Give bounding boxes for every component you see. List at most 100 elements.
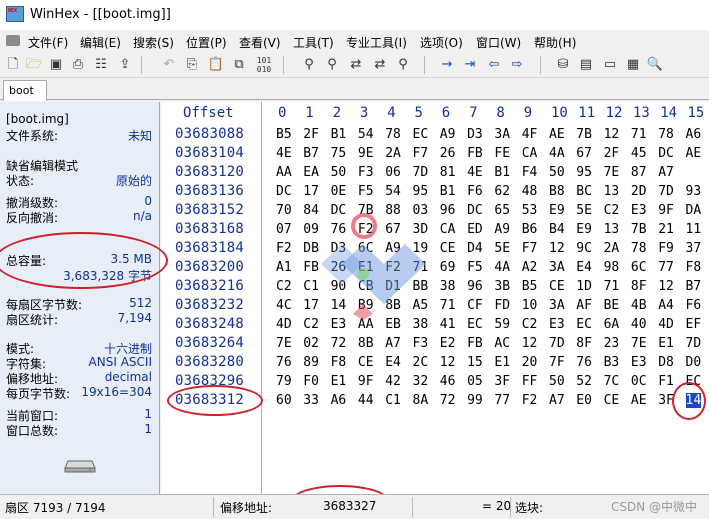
hex-byte[interactable]: E3	[631, 203, 647, 218]
hex-byte[interactable]: 59	[494, 317, 510, 332]
hex-byte[interactable]: DC	[276, 184, 292, 199]
hex-byte[interactable]: DB	[303, 241, 319, 256]
hex-byte[interactable]: 11	[686, 222, 702, 237]
hex-byte[interactable]: 40	[631, 317, 647, 332]
hex-byte[interactable]: 4C	[276, 298, 292, 313]
hex-byte[interactable]: 8F	[631, 279, 647, 294]
hex-byte[interactable]: 77	[494, 393, 510, 408]
hex-byte[interactable]: A5	[413, 298, 429, 313]
hex-byte[interactable]: 3A	[549, 260, 565, 275]
hex-byte[interactable]: 4E	[467, 165, 483, 180]
hex-byte[interactable]: 3D	[413, 222, 429, 237]
hex-byte[interactable]: 3B	[494, 279, 510, 294]
hex-byte[interactable]: 9F	[658, 203, 674, 218]
hex-byte[interactable]: 71	[440, 298, 456, 313]
hex-byte[interactable]: EA	[303, 165, 319, 180]
hex-byte[interactable]: C2	[522, 317, 538, 332]
hex-byte[interactable]: E2	[440, 336, 456, 351]
hex-byte[interactable]: FF	[522, 374, 538, 389]
hex-byte[interactable]: 2D	[631, 184, 647, 199]
document-menu-icon[interactable]	[6, 35, 20, 46]
row-offset[interactable]: 03683152	[175, 202, 244, 218]
save-icon[interactable]: ▣	[47, 56, 65, 74]
row-offset[interactable]: 03683120	[175, 164, 244, 180]
menu-search[interactable]: 搜索(S)	[133, 34, 174, 51]
hex-byte[interactable]: 93	[686, 184, 702, 199]
hex-byte[interactable]: 3A	[549, 298, 565, 313]
hex-byte[interactable]: AC	[494, 336, 510, 351]
hex-byte[interactable]: EC	[413, 127, 429, 142]
hex-byte[interactable]: 78	[385, 127, 401, 142]
hex-byte[interactable]: 50	[549, 374, 565, 389]
drive-icon[interactable]: ▭	[601, 56, 619, 74]
hex-byte[interactable]: 6C	[358, 241, 374, 256]
hex-byte[interactable]: 7E	[604, 165, 620, 180]
hex-byte[interactable]: 96	[440, 203, 456, 218]
hex-byte[interactable]: 12	[658, 279, 674, 294]
paste-special-icon[interactable]: ⧉	[230, 56, 248, 74]
hex-byte[interactable]: A7	[549, 393, 565, 408]
row-offset[interactable]: 03683168	[175, 221, 244, 237]
find-hex-icon[interactable]: ⚲	[323, 56, 341, 74]
search-zoom-icon[interactable]: 🔍	[646, 56, 664, 74]
hex-byte[interactable]: F3	[413, 336, 429, 351]
hex-byte[interactable]: B9	[358, 298, 374, 313]
hex-byte[interactable]: F8	[686, 260, 702, 275]
undo-icon[interactable]: ↶	[160, 56, 178, 74]
hex-byte[interactable]: F5	[358, 184, 374, 199]
hex-byte[interactable]: B1	[440, 184, 456, 199]
hex-byte[interactable]: 37	[686, 241, 702, 256]
hex-byte[interactable]: F6	[686, 298, 702, 313]
hex-byte[interactable]: 78	[631, 241, 647, 256]
hex-byte[interactable]: A9	[494, 222, 510, 237]
hex-byte[interactable]: 70	[276, 203, 292, 218]
hex-byte[interactable]: 7C	[604, 374, 620, 389]
hex-byte[interactable]: 4F	[522, 127, 538, 142]
menu-specialist-tools[interactable]: 专业工具(I)	[346, 34, 407, 51]
hex-byte[interactable]: C2	[276, 279, 292, 294]
hex-byte[interactable]: E3	[549, 317, 565, 332]
hex-byte[interactable]: E1	[658, 336, 674, 351]
hex-byte[interactable]: EC	[467, 317, 483, 332]
hex-byte[interactable]: 76	[331, 222, 347, 237]
hex-byte[interactable]: DC	[331, 203, 347, 218]
hex-byte[interactable]: 12	[440, 355, 456, 370]
hex-byte[interactable]: F2	[385, 260, 401, 275]
hex-byte[interactable]: FB	[303, 260, 319, 275]
hex-byte[interactable]: EC	[576, 317, 592, 332]
row-offset[interactable]: 03683264	[175, 335, 244, 351]
hex-byte[interactable]: B5	[276, 127, 292, 142]
row-offset[interactable]: 03683200	[175, 259, 244, 275]
hex-byte[interactable]: 4D	[276, 317, 292, 332]
hex-byte[interactable]: EC	[686, 374, 702, 389]
row-offset[interactable]: 03683280	[175, 354, 244, 370]
hex-byte[interactable]: 2A	[385, 146, 401, 161]
binary-icon[interactable]: 101 010	[255, 56, 273, 74]
hex-byte[interactable]: BC	[576, 184, 592, 199]
hex-byte[interactable]: 42	[385, 374, 401, 389]
hex-byte[interactable]: 7B	[576, 127, 592, 142]
hex-byte[interactable]: 20	[522, 355, 538, 370]
hex-byte[interactable]: A9	[440, 127, 456, 142]
hex-byte[interactable]: A1	[276, 260, 292, 275]
hex-byte[interactable]: E1	[358, 260, 374, 275]
hex-byte[interactable]: B1	[331, 127, 347, 142]
hex-byte[interactable]: DC	[658, 146, 674, 161]
hex-byte[interactable]: 76	[276, 355, 292, 370]
hex-byte[interactable]: 60	[276, 393, 292, 408]
hex-byte[interactable]: 75	[331, 146, 347, 161]
hex-byte[interactable]: CE	[440, 241, 456, 256]
paste-icon[interactable]: 📋	[207, 56, 225, 74]
replace-hex-icon[interactable]: ⇄	[371, 56, 389, 74]
hex-byte[interactable]: 09	[303, 222, 319, 237]
hex-byte[interactable]: 10	[522, 298, 538, 313]
hex-byte[interactable]: 7B	[631, 222, 647, 237]
hex-byte[interactable]: 1D	[576, 279, 592, 294]
hex-byte[interactable]: 9F	[358, 374, 374, 389]
hex-byte[interactable]: 50	[331, 165, 347, 180]
hex-byte[interactable]: 38	[440, 279, 456, 294]
hex-byte[interactable]: 81	[440, 165, 456, 180]
hex-byte[interactable]: E3	[331, 317, 347, 332]
hex-byte[interactable]: CE	[358, 355, 374, 370]
menu-file[interactable]: 文件(F)	[28, 34, 68, 51]
